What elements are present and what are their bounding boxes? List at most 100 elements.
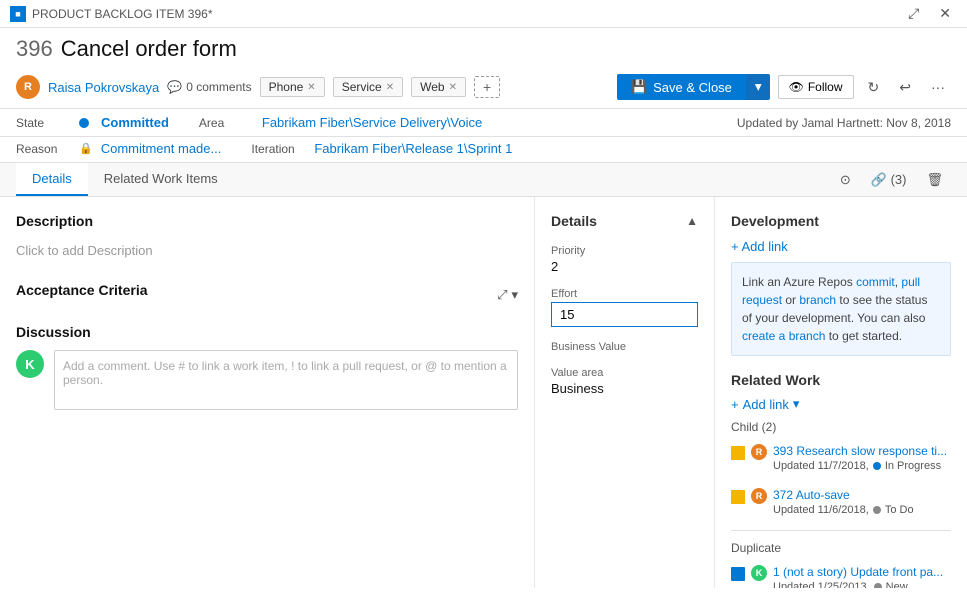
comment-input[interactable]: Add a comment. Use # to link a work item… — [54, 350, 518, 410]
plus-icon: + — [731, 397, 739, 412]
reason-row: Reason 🔒 Commitment made... Iteration Fa… — [0, 137, 967, 163]
work-item-1: K 1 (not a story) Update front pa... Upd… — [731, 561, 951, 588]
related-add-link-row[interactable]: + Add link ▾ — [731, 396, 951, 412]
title-bar: ■ PRODUCT BACKLOG ITEM 396* ⤢ ✕ — [0, 0, 967, 28]
header: 396 Cancel order form R Raisa Pokrovskay… — [0, 28, 967, 109]
branch-link[interactable]: branch — [799, 293, 836, 307]
right-panel: Development + Add link Link an Azure Rep… — [715, 197, 967, 588]
reason-value[interactable]: Commitment made... — [101, 141, 222, 156]
details-header: Details ▲ — [551, 213, 698, 229]
wi-title-372[interactable]: 372 Auto-save — [773, 488, 951, 502]
comments-label: 0 comments — [186, 80, 251, 94]
dev-add-link-button[interactable]: + Add link — [731, 239, 788, 254]
value-area-value[interactable]: Business — [551, 381, 698, 396]
tag-service[interactable]: Service ✕ — [333, 77, 403, 97]
avatar: R — [16, 75, 40, 99]
reason-label: Reason — [16, 142, 71, 156]
wi-meta-393: Updated 11/7/2018, In Progress — [773, 460, 951, 472]
tag-phone-close[interactable]: ✕ — [307, 82, 315, 93]
links-button[interactable]: 🔗 (3) — [863, 168, 915, 192]
wi-title-1[interactable]: 1 (not a story) Update front pa... — [773, 565, 951, 579]
value-area-field: Value area Business — [551, 367, 698, 396]
acceptance-criteria-header: Acceptance Criteria ⤢ ▾ — [16, 282, 518, 308]
comments-button[interactable]: 💬 0 comments — [167, 80, 251, 94]
undo-button[interactable]: ↩ — [893, 75, 917, 100]
priority-value[interactable]: 2 — [551, 259, 698, 274]
avatar-1: K — [751, 565, 767, 581]
state-row: State Committed Area Fabrikam Fiber\Serv… — [0, 109, 967, 137]
follow-label: Follow — [808, 80, 843, 94]
work-item-372: R 372 Auto-save Updated 11/6/2018, To Do — [731, 484, 951, 520]
tab-related-work-items[interactable]: Related Work Items — [88, 163, 234, 196]
task-icon-372 — [731, 490, 745, 504]
state-field: State Committed — [16, 115, 169, 130]
tab-actions: ⊙ 🔗 (3) 🗑 — [832, 168, 951, 192]
business-value-field: Business Value — [551, 341, 698, 353]
tag-phone[interactable]: Phone ✕ — [260, 77, 325, 97]
title-bar-actions: ⤢ ✕ — [902, 3, 957, 24]
title-bar-text: PRODUCT BACKLOG ITEM 396* — [32, 7, 213, 21]
work-item-393: R 393 Research slow response ti... Updat… — [731, 440, 951, 476]
effort-field: Effort — [551, 288, 698, 327]
more-button[interactable]: ··· — [925, 75, 951, 99]
create-branch-link[interactable]: create a branch — [742, 329, 825, 343]
tag-web-close[interactable]: ✕ — [449, 82, 457, 93]
ac-actions: ⤢ ▾ — [497, 287, 518, 303]
comment-icon: 💬 — [167, 80, 182, 94]
avatar-393: R — [751, 444, 767, 460]
reason-field: Reason 🔒 Commitment made... — [16, 141, 221, 156]
tag-service-close[interactable]: ✕ — [386, 82, 394, 93]
trash-button[interactable]: 🗑 — [918, 168, 951, 192]
item-name[interactable]: Cancel order form — [61, 36, 237, 62]
wi-info-372: 372 Auto-save Updated 11/6/2018, To Do — [773, 488, 951, 516]
status-label-372: To Do — [885, 504, 914, 516]
priority-field: Priority 2 — [551, 245, 698, 274]
status-dot-393 — [873, 462, 881, 470]
author-name[interactable]: Raisa Pokrovskaya — [48, 80, 159, 95]
state-value[interactable]: Committed — [101, 115, 169, 130]
refresh-button[interactable]: ↻ — [862, 75, 886, 100]
wi-info-1: 1 (not a story) Update front pa... Updat… — [773, 565, 951, 588]
history-button[interactable]: ⊙ — [832, 168, 859, 192]
area-label: Area — [199, 116, 254, 130]
links-icon: 🔗 — [871, 172, 887, 187]
restore-button[interactable]: ⤢ — [902, 3, 925, 24]
task-icon-393 — [731, 446, 745, 460]
wi-title-393[interactable]: 393 Research slow response ti... — [773, 444, 951, 458]
tag-phone-label: Phone — [269, 80, 304, 94]
follow-button[interactable]: 👁 Follow — [778, 75, 854, 99]
section-divider — [731, 530, 951, 531]
details-collapse-button[interactable]: ▲ — [686, 214, 698, 228]
state-label: State — [16, 116, 71, 130]
description-placeholder[interactable]: Click to add Description — [16, 239, 518, 262]
commit-link[interactable]: commit — [856, 275, 895, 289]
status-dot-1 — [874, 583, 882, 588]
area-value[interactable]: Fabrikam Fiber\Service Delivery\Voice — [262, 115, 482, 130]
item-title-row: 396 Cancel order form — [16, 36, 951, 62]
wi-meta-1: Updated 1/25/2013, New — [773, 581, 951, 588]
effort-label: Effort — [551, 288, 698, 300]
area-field: Area Fabrikam Fiber\Service Delivery\Voi… — [199, 115, 482, 130]
tag-web[interactable]: Web ✕ — [411, 77, 466, 97]
wi-meta-372: Updated 11/6/2018, To Do — [773, 504, 951, 516]
dev-info-box: Link an Azure Repos commit, pull request… — [731, 262, 951, 356]
iteration-value[interactable]: Fabrikam Fiber\Release 1\Sprint 1 — [314, 141, 512, 156]
save-close-dropdown-button[interactable]: ▾ — [746, 74, 770, 100]
iteration-label: Iteration — [251, 142, 306, 156]
close-button[interactable]: ✕ — [933, 3, 957, 24]
iteration-field: Iteration Fabrikam Fiber\Release 1\Sprin… — [251, 141, 512, 156]
status-label-1: New — [886, 581, 908, 588]
tab-details[interactable]: Details — [16, 163, 88, 196]
save-close-button[interactable]: 💾 Save & Close — [617, 74, 746, 100]
lock-icon: 🔒 — [79, 142, 93, 155]
app-icon: ■ — [10, 6, 26, 22]
details-title: Details — [551, 213, 597, 229]
expand-ac-button[interactable]: ⤢ — [497, 287, 507, 303]
story-icon-1 — [731, 567, 745, 581]
add-tag-button[interactable]: + — [474, 76, 500, 98]
effort-input[interactable] — [551, 302, 698, 327]
user-avatar: K — [16, 350, 44, 378]
save-close-label: Save & Close — [653, 80, 732, 95]
duplicate-header: Duplicate — [731, 541, 951, 555]
collapse-ac-button[interactable]: ▾ — [511, 287, 518, 303]
